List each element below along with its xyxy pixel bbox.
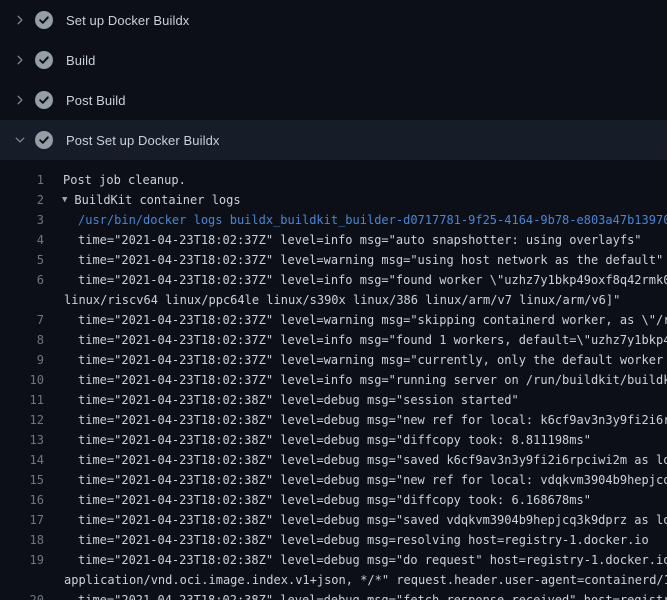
log-line-text: linux/riscv64 linux/ppc64le linux/s390x … <box>44 290 620 310</box>
log-line-number[interactable]: 2 <box>0 190 44 210</box>
log-line-text: time="2021-04-23T18:02:38Z" level=debug … <box>44 590 667 600</box>
log-line: 11 time="2021-04-23T18:02:38Z" level=deb… <box>0 390 667 410</box>
log-line: 15 time="2021-04-23T18:02:38Z" level=deb… <box>0 470 667 490</box>
log-line-text: time="2021-04-23T18:02:38Z" level=debug … <box>44 450 667 470</box>
log-line: 14 time="2021-04-23T18:02:38Z" level=deb… <box>0 450 667 470</box>
log-line-text: application/vnd.oci.image.index.v1+json,… <box>44 570 667 590</box>
log-line-number[interactable]: 4 <box>0 230 44 250</box>
log-line-number[interactable]: 17 <box>0 510 44 530</box>
log-line-continuation: application/vnd.oci.image.index.v1+json,… <box>0 570 667 590</box>
log-line-text: time="2021-04-23T18:02:38Z" level=debug … <box>44 430 591 450</box>
log-line-text: time="2021-04-23T18:02:38Z" level=debug … <box>44 490 591 510</box>
log-line-number <box>0 290 44 310</box>
check-circle-icon <box>35 91 53 109</box>
log-group-header[interactable]: 2 ▼ BuildKit container logs <box>0 190 667 210</box>
step-label: Set up Docker Buildx <box>66 13 189 28</box>
log-line-text: time="2021-04-23T18:02:37Z" level=warnin… <box>44 310 667 330</box>
log-group-title: BuildKit container logs <box>67 190 240 210</box>
log-line-number[interactable]: 7 <box>0 310 44 330</box>
log-line-text: Post job cleanup. <box>44 170 186 190</box>
check-circle-icon <box>35 11 53 29</box>
check-circle-icon <box>35 131 53 149</box>
log-line-number[interactable]: 9 <box>0 350 44 370</box>
log-line: 16 time="2021-04-23T18:02:38Z" level=deb… <box>0 490 667 510</box>
step-header-post-setup-docker-buildx[interactable]: Post Set up Docker Buildx <box>0 120 667 160</box>
chevron-right-icon <box>14 54 26 66</box>
log-line-text: time="2021-04-23T18:02:38Z" level=debug … <box>44 410 667 430</box>
log-line-number[interactable]: 8 <box>0 330 44 350</box>
log-line: 20 time="2021-04-23T18:02:38Z" level=deb… <box>0 590 667 600</box>
log-line-number[interactable]: 13 <box>0 430 44 450</box>
step-header-build[interactable]: Build <box>0 40 667 80</box>
log-line-text: time="2021-04-23T18:02:37Z" level=info m… <box>44 230 642 250</box>
log-line: 12 time="2021-04-23T18:02:38Z" level=deb… <box>0 410 667 430</box>
log-line-text: time="2021-04-23T18:02:38Z" level=debug … <box>44 550 667 570</box>
log-line-number[interactable]: 10 <box>0 370 44 390</box>
log-line: 9 time="2021-04-23T18:02:37Z" level=warn… <box>0 350 667 370</box>
log-line: 13 time="2021-04-23T18:02:38Z" level=deb… <box>0 430 667 450</box>
step-label: Post Set up Docker Buildx <box>66 133 220 148</box>
chevron-down-icon <box>14 134 26 146</box>
log-line: 17 time="2021-04-23T18:02:38Z" level=deb… <box>0 510 667 530</box>
log-line: 6 time="2021-04-23T18:02:37Z" level=info… <box>0 270 667 290</box>
log-line-text: time="2021-04-23T18:02:38Z" level=debug … <box>44 470 667 490</box>
log-line-text: time="2021-04-23T18:02:37Z" level=warnin… <box>44 250 663 270</box>
step-label: Post Build <box>66 93 126 108</box>
step-list: Set up Docker Buildx Build Post Build <box>0 0 667 160</box>
log-line-text: time="2021-04-23T18:02:37Z" level=info m… <box>44 330 667 350</box>
log-line-text: time="2021-04-23T18:02:37Z" level=info m… <box>44 270 667 290</box>
log-line-number[interactable]: 6 <box>0 270 44 290</box>
log-line-text: /usr/bin/docker logs buildx_buildkit_bui… <box>44 210 667 230</box>
log-line: 18 time="2021-04-23T18:02:38Z" level=deb… <box>0 530 667 550</box>
log-line-number[interactable]: 20 <box>0 590 44 600</box>
log-line-number[interactable]: 3 <box>0 210 44 230</box>
log-line-continuation: linux/riscv64 linux/ppc64le linux/s390x … <box>0 290 667 310</box>
workflow-log-viewer: Set up Docker Buildx Build Post Build <box>0 0 667 600</box>
step-header-setup-docker-buildx[interactable]: Set up Docker Buildx <box>0 0 667 40</box>
step-header-post-build[interactable]: Post Build <box>0 80 667 120</box>
log-line-text: time="2021-04-23T18:02:37Z" level=warnin… <box>44 350 667 370</box>
log-line: 10 time="2021-04-23T18:02:37Z" level=inf… <box>0 370 667 390</box>
log-line-number[interactable]: 15 <box>0 470 44 490</box>
chevron-right-icon <box>14 14 26 26</box>
log-line-number[interactable]: 5 <box>0 250 44 270</box>
log-line-number[interactable]: 1 <box>0 170 44 190</box>
log-line: 4 time="2021-04-23T18:02:37Z" level=info… <box>0 230 667 250</box>
chevron-right-icon <box>14 94 26 106</box>
log-line-number <box>0 570 44 590</box>
log-line: 8 time="2021-04-23T18:02:37Z" level=info… <box>0 330 667 350</box>
log-output: 1 Post job cleanup. 2 ▼ BuildKit contain… <box>0 160 667 600</box>
log-line-text: time="2021-04-23T18:02:38Z" level=debug … <box>44 530 649 550</box>
log-line-text: time="2021-04-23T18:02:38Z" level=debug … <box>44 390 519 410</box>
log-line-number[interactable]: 12 <box>0 410 44 430</box>
log-line: 1 Post job cleanup. <box>0 170 667 190</box>
log-line-command: 3 /usr/bin/docker logs buildx_buildkit_b… <box>0 210 667 230</box>
log-line-text: time="2021-04-23T18:02:37Z" level=info m… <box>44 370 667 390</box>
log-line-text: time="2021-04-23T18:02:38Z" level=debug … <box>44 510 667 530</box>
log-line: 19 time="2021-04-23T18:02:38Z" level=deb… <box>0 550 667 570</box>
log-line-number[interactable]: 14 <box>0 450 44 470</box>
check-circle-icon <box>35 51 53 69</box>
log-line-number[interactable]: 16 <box>0 490 44 510</box>
step-label: Build <box>66 53 95 68</box>
log-line-number[interactable]: 19 <box>0 550 44 570</box>
log-line-number[interactable]: 11 <box>0 390 44 410</box>
log-line: 7 time="2021-04-23T18:02:37Z" level=warn… <box>0 310 667 330</box>
log-line-number[interactable]: 18 <box>0 530 44 550</box>
triangle-down-icon[interactable]: ▼ <box>44 190 67 210</box>
log-line: 5 time="2021-04-23T18:02:37Z" level=warn… <box>0 250 667 270</box>
